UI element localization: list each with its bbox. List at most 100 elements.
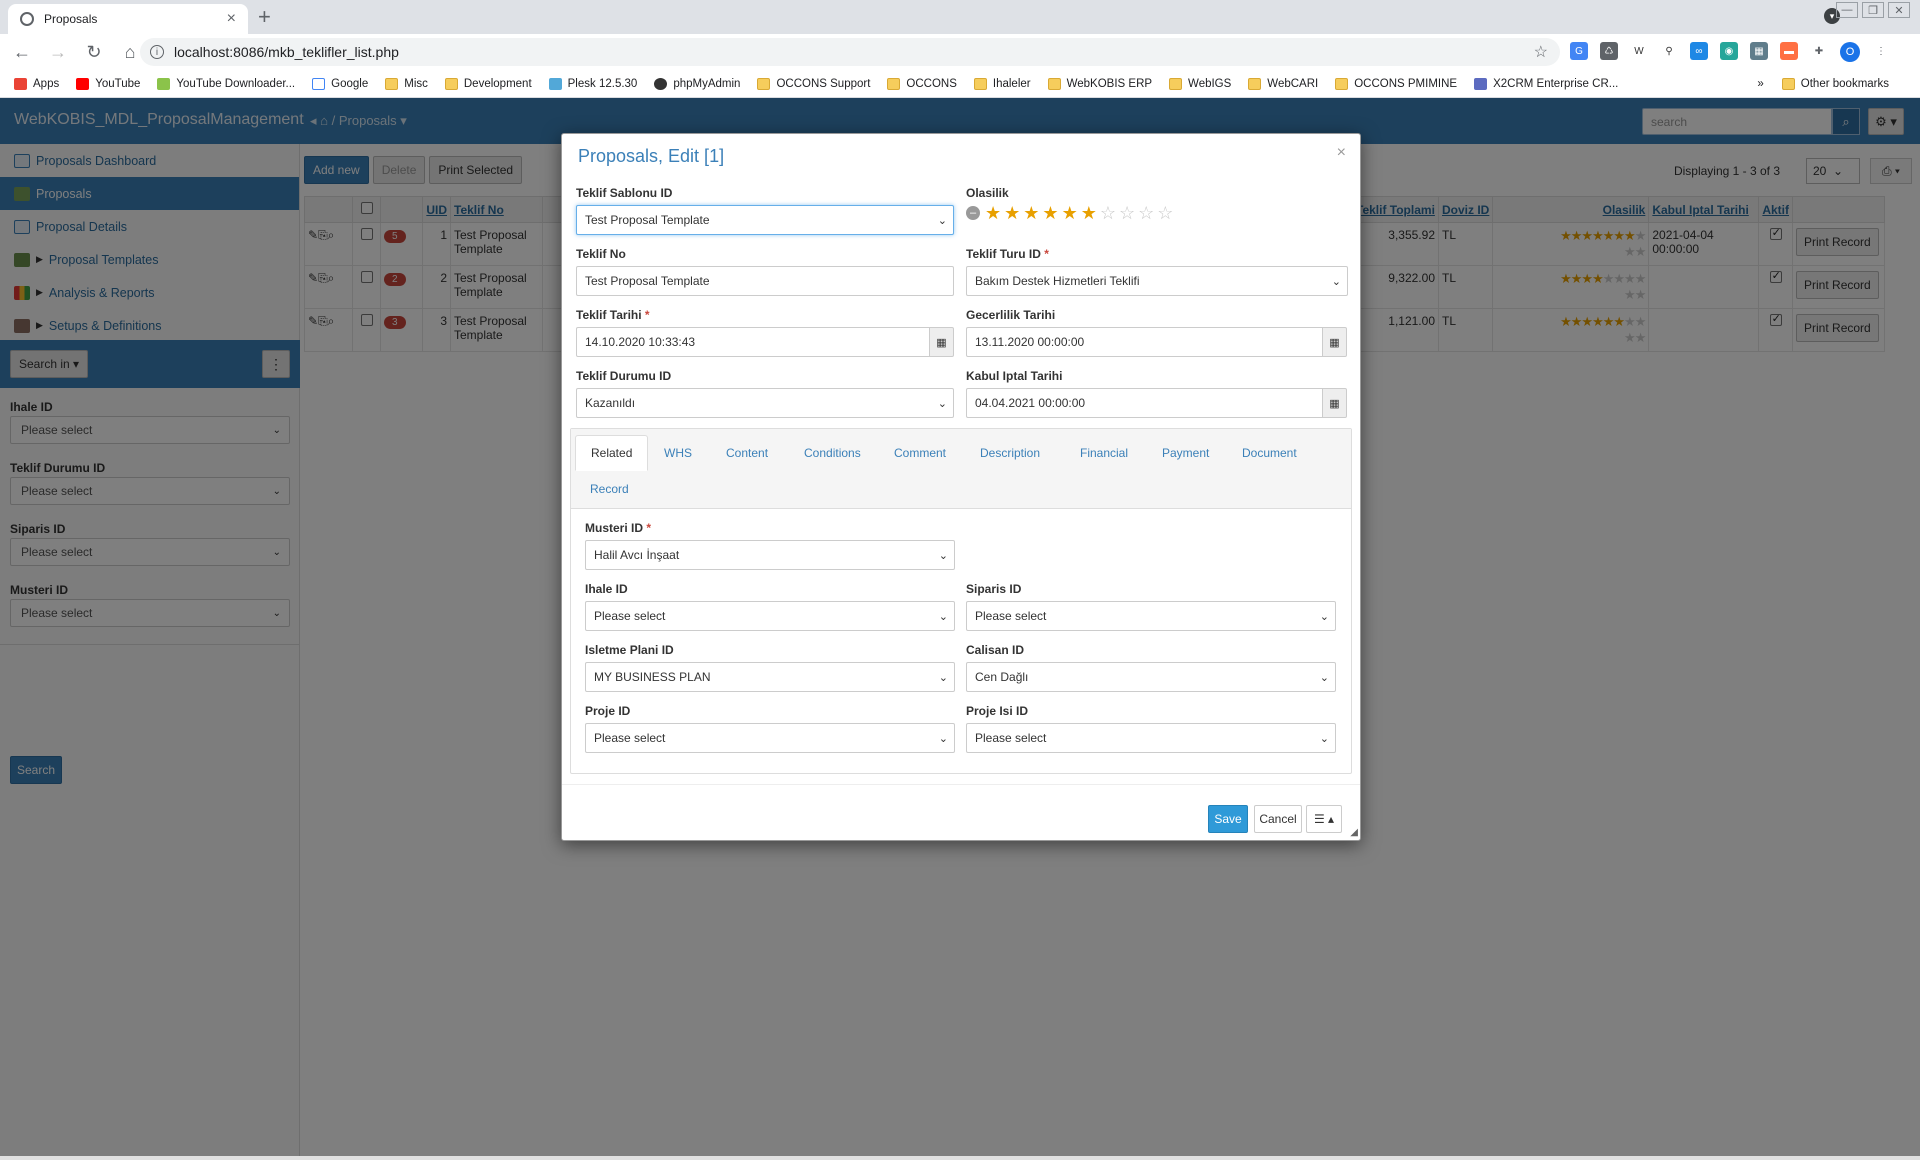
- tab-document[interactable]: Document: [1227, 435, 1312, 471]
- puzzle-icon[interactable]: ✚: [1810, 42, 1828, 60]
- new-tab-icon[interactable]: +: [258, 4, 271, 30]
- select-siparis[interactable]: Please select ⌄: [966, 601, 1336, 631]
- star-icon[interactable]: ☆: [1119, 204, 1135, 222]
- select-teklif-turu[interactable]: Bakım Destek Hizmetleri Teklifi ⌄: [966, 266, 1348, 296]
- youtube-icon: [76, 77, 90, 90]
- more-bookmarks-icon[interactable]: »: [1757, 78, 1763, 90]
- wiki-icon[interactable]: W: [1630, 42, 1648, 60]
- restore-icon[interactable]: ❐: [1862, 2, 1884, 18]
- input-teklif-no[interactable]: Test Proposal Template: [576, 266, 954, 296]
- label-kabul-iptal: Kabul Iptal Tarihi: [966, 369, 1063, 383]
- input-teklif-tarihi[interactable]: 14.10.2020 10:33:43: [576, 327, 930, 357]
- select-musteri[interactable]: Halil Avcı İnşaat ⌄: [585, 540, 955, 570]
- rating-stars[interactable]: ★ ★ ★ ★ ★ ★ ☆ ☆ ☆ ☆: [985, 204, 1173, 222]
- tab-description[interactable]: Description: [965, 435, 1055, 471]
- extension-icon[interactable]: ◉: [1720, 42, 1738, 60]
- bookmark-phpmyadmin[interactable]: phpMyAdmin: [654, 77, 740, 90]
- tab-conditions[interactable]: Conditions: [789, 435, 876, 471]
- star-icon[interactable]: ★: [1062, 204, 1078, 222]
- google-icon: [312, 77, 326, 90]
- bookmark-apps[interactable]: Apps: [14, 77, 59, 90]
- olasilik-rating[interactable]: – ★ ★ ★ ★ ★ ★ ☆ ☆ ☆ ☆: [966, 204, 1173, 222]
- bookmark-star-icon[interactable]: ☆: [1534, 42, 1548, 62]
- chevron-down-icon: ⌄: [1319, 671, 1329, 684]
- select-calisan[interactable]: Cen Dağlı ⌄: [966, 662, 1336, 692]
- tab-content[interactable]: Content: [711, 435, 783, 471]
- menu-dots-icon[interactable]: ⋮: [1872, 42, 1890, 60]
- select-proje[interactable]: Please select ⌄: [585, 723, 955, 753]
- browser-tab[interactable]: Proposals ×: [8, 4, 248, 34]
- forward-icon[interactable]: →: [44, 42, 72, 63]
- select-isletme-plani[interactable]: MY BUSINESS PLAN ⌄: [585, 662, 955, 692]
- recycle-icon[interactable]: ♺: [1600, 42, 1618, 60]
- bookmark-occons-support[interactable]: OCCONS Support: [757, 77, 870, 90]
- calendar-icon[interactable]: ▦: [929, 327, 954, 357]
- select-proje-isi[interactable]: Please select ⌄: [966, 723, 1336, 753]
- address-bar[interactable]: i localhost:8086/mkb_teklifler_list.php …: [140, 38, 1560, 66]
- extension-icon[interactable]: ▬: [1780, 42, 1798, 60]
- tab-whs[interactable]: WHS: [649, 435, 707, 471]
- star-icon[interactable]: ★: [1004, 204, 1020, 222]
- tab-comment[interactable]: Comment: [879, 435, 961, 471]
- bookmark-development[interactable]: Development: [444, 77, 532, 90]
- input-kabul-iptal[interactable]: 04.04.2021 00:00:00: [966, 388, 1323, 418]
- chevron-down-icon: ⌄: [1319, 610, 1329, 623]
- close-tab-icon[interactable]: ×: [227, 10, 236, 28]
- tab-payment[interactable]: Payment: [1147, 435, 1224, 471]
- bookmark-google[interactable]: Google: [312, 77, 368, 90]
- bookmark-webkobis-erp[interactable]: WebKOBIS ERP: [1047, 77, 1152, 90]
- clear-rating-icon[interactable]: –: [966, 206, 980, 220]
- chevron-down-icon: ⌄: [937, 397, 947, 410]
- info-icon[interactable]: i: [150, 45, 164, 59]
- reload-icon[interactable]: ↻: [80, 42, 108, 63]
- bookmark-occons[interactable]: OCCONS: [887, 77, 957, 90]
- star-icon[interactable]: ★: [985, 204, 1001, 222]
- label-olasilik: Olasilik: [966, 186, 1009, 200]
- close-window-icon[interactable]: ✕: [1888, 2, 1910, 18]
- star-icon[interactable]: ★: [1042, 204, 1058, 222]
- bookmark-plesk[interactable]: Plesk 12.5.30: [548, 77, 637, 90]
- save-button[interactable]: Save: [1208, 805, 1248, 833]
- calendar-icon[interactable]: ▦: [1322, 388, 1347, 418]
- extension-icon[interactable]: ∞: [1690, 42, 1708, 60]
- bookmark-occons-pmimine[interactable]: OCCONS PMIMINE: [1335, 77, 1457, 90]
- back-icon[interactable]: ←: [8, 42, 36, 63]
- star-icon[interactable]: ★: [1023, 204, 1039, 222]
- bookmark-youtube-downloader[interactable]: YouTube Downloader...: [157, 77, 295, 90]
- star-icon[interactable]: ☆: [1157, 204, 1173, 222]
- bookmark-webigs[interactable]: WebIGS: [1169, 77, 1231, 90]
- select-ihale[interactable]: Please select ⌄: [585, 601, 955, 631]
- resize-handle-icon[interactable]: ◢: [1350, 827, 1358, 838]
- calendar-icon[interactable]: ▦: [1322, 327, 1347, 357]
- cancel-button[interactable]: Cancel: [1254, 805, 1302, 833]
- folder-icon: [1169, 77, 1183, 90]
- bookmark-misc[interactable]: Misc: [385, 77, 428, 90]
- tab-record[interactable]: Record: [575, 471, 644, 507]
- bookmark-webcari[interactable]: WebCARI: [1248, 77, 1318, 90]
- input-gecerlilik[interactable]: 13.11.2020 00:00:00: [966, 327, 1323, 357]
- close-icon[interactable]: ×: [1337, 144, 1346, 162]
- star-icon[interactable]: ☆: [1138, 204, 1154, 222]
- label-teklif-durumu: Teklif Durumu ID: [576, 369, 672, 383]
- select-teklif-durumu[interactable]: Kazanıldı ⌄: [576, 388, 954, 418]
- select-teklif-sablonu[interactable]: Test Proposal Template ⌄: [576, 205, 954, 235]
- more-actions-button[interactable]: ☰ ▴: [1306, 805, 1342, 833]
- bookmark-x2crm[interactable]: X2CRM Enterprise CR...: [1474, 77, 1618, 90]
- tab-financial[interactable]: Financial: [1065, 435, 1143, 471]
- map-pin-icon[interactable]: ⚲: [1660, 42, 1678, 60]
- star-icon[interactable]: ☆: [1100, 204, 1116, 222]
- translate-icon[interactable]: G: [1570, 42, 1588, 60]
- minimize-icon[interactable]: —: [1836, 2, 1858, 18]
- other-bookmarks[interactable]: Other bookmarks: [1781, 78, 1889, 90]
- folder-icon: [757, 77, 771, 90]
- label-teklif-tarihi: Teklif Tarihi *: [576, 308, 650, 322]
- star-icon[interactable]: ★: [1081, 204, 1097, 222]
- tab-related[interactable]: Related: [575, 435, 649, 471]
- bookmarks-right: » Other bookmarks: [1757, 70, 1906, 98]
- edit-proposal-modal: Proposals, Edit [1] × Teklif Sablonu ID …: [561, 133, 1361, 841]
- extension-icon[interactable]: ▦: [1750, 42, 1768, 60]
- bookmark-ihaleler[interactable]: Ihaleler: [973, 77, 1031, 90]
- profile-avatar[interactable]: O: [1840, 42, 1860, 62]
- folder-icon: [444, 77, 458, 90]
- bookmark-youtube[interactable]: YouTube: [76, 77, 140, 90]
